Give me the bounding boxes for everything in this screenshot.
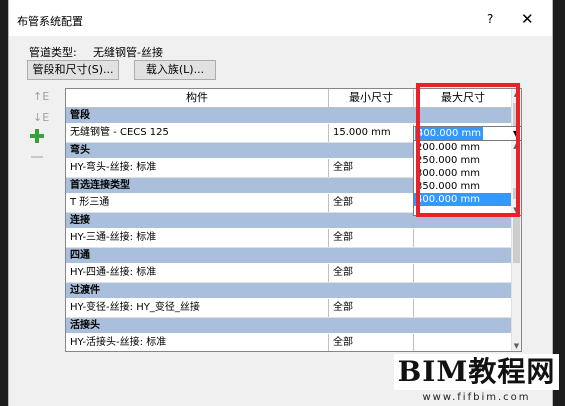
part-cell[interactable]: 无缝钢管 - CECS 125 xyxy=(66,124,329,142)
site-watermark-url: www.fifbim.com xyxy=(422,392,531,403)
part-cell[interactable]: HY-变径-丝接: HY_变径_丝接 xyxy=(66,299,329,317)
background-right xyxy=(551,0,565,406)
min-size-cell[interactable]: 全部 xyxy=(329,229,414,247)
table-row[interactable]: HY-变径-丝接: HY_变径_丝接 全部 xyxy=(66,299,512,318)
max-size-cell[interactable] xyxy=(414,264,512,282)
segments-and-sizes-button[interactable]: 管段和尺寸(S)... xyxy=(27,60,119,80)
title-bar: 布管系统配置 ? ✕ xyxy=(9,0,552,36)
min-size-cell[interactable]: 全部 xyxy=(329,264,414,282)
scroll-down-icon[interactable]: ▼ xyxy=(512,342,521,350)
min-size-cell[interactable]: 15.000 mm xyxy=(329,124,414,142)
min-size-cell[interactable]: 全部 xyxy=(329,159,414,177)
window-title: 布管系统配置 xyxy=(17,15,83,28)
part-cell[interactable]: HY-活接头-丝接: 标准 xyxy=(66,334,329,351)
part-cell[interactable]: HY-四通-丝接: 标准 xyxy=(66,264,329,282)
close-button[interactable]: ✕ xyxy=(521,10,534,28)
table-row[interactable]: HY-四通-丝接: 标准 全部 xyxy=(66,264,512,283)
annotation-highlight-box xyxy=(416,83,520,217)
group-header: 活接头 xyxy=(66,318,512,334)
group-header: 过渡件 xyxy=(66,283,512,299)
add-row-icon[interactable] xyxy=(29,128,45,144)
pipe-routing-config-dialog: 布管系统配置 ? ✕ 管道类型: 无缝钢管-丝接 管段和尺寸(S)... 载入族… xyxy=(8,0,559,406)
site-watermark: BIM教程网 xyxy=(394,354,559,390)
part-cell[interactable]: HY-弯头-丝接: 标准 xyxy=(66,159,329,177)
group-header: 四通 xyxy=(66,248,512,264)
column-header-min-size[interactable]: 最小尺寸 xyxy=(329,89,414,108)
max-size-cell[interactable] xyxy=(414,334,512,351)
max-size-cell[interactable] xyxy=(414,229,512,247)
background-left xyxy=(0,0,8,406)
table-row[interactable]: HY-三通-丝接: 标准 全部 xyxy=(66,229,512,248)
part-cell[interactable]: T 形三通 xyxy=(66,194,329,212)
move-up-button[interactable]: ↑E xyxy=(33,90,49,103)
min-size-cell[interactable]: 全部 xyxy=(329,334,414,351)
min-size-cell[interactable]: 全部 xyxy=(329,194,414,212)
column-header-part[interactable]: 构件 xyxy=(66,89,329,108)
pipe-type-label: 管道类型: xyxy=(29,46,77,59)
table-row[interactable]: HY-活接头-丝接: 标准 全部 xyxy=(66,334,512,351)
pipe-type-value: 无缝钢管-丝接 xyxy=(93,46,163,59)
remove-row-icon[interactable] xyxy=(31,156,43,158)
max-size-cell[interactable] xyxy=(414,299,512,317)
part-cell[interactable]: HY-三通-丝接: 标准 xyxy=(66,229,329,247)
move-down-button[interactable]: ↓E xyxy=(33,111,49,124)
help-button[interactable]: ? xyxy=(487,12,493,26)
load-family-button[interactable]: 载入族(L)... xyxy=(134,60,216,80)
min-size-cell[interactable]: 全部 xyxy=(329,299,414,317)
